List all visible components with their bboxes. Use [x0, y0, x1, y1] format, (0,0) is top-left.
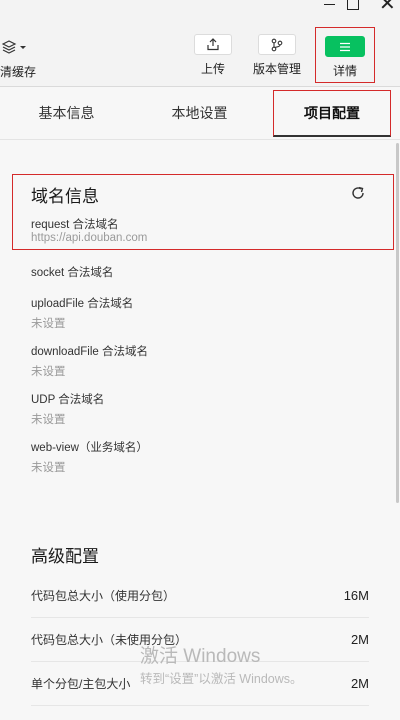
- udp-domain-item: UDP 合法域名 未设置: [31, 391, 104, 427]
- downloadfile-domain-label: downloadFile 合法域名: [31, 346, 148, 358]
- upload-label: 上传: [200, 62, 225, 76]
- advanced-row: 代码包总大小（使用分包） 16M: [31, 574, 369, 618]
- maximize-icon[interactable]: [347, 0, 359, 10]
- minimize-icon[interactable]: [324, 4, 335, 5]
- version-management-label: 版本管理: [252, 62, 301, 76]
- clear-cache-label: 清缓存: [0, 65, 37, 79]
- advanced-row-label: 单个分包/主包大小: [31, 677, 131, 691]
- domain-info-title: 域名信息: [31, 187, 99, 206]
- scrollbar-thumb[interactable]: [396, 143, 399, 503]
- close-icon[interactable]: ✕: [379, 0, 396, 14]
- advanced-row-value: 2M: [350, 676, 369, 691]
- tab-bar: 基本信息 本地设置 项目配置: [0, 87, 400, 139]
- branch-icon: [258, 34, 296, 55]
- advanced-row-value: 2M: [350, 632, 369, 647]
- activation-watermark-text: 转到“设置”以激活 Windows。: [140, 672, 303, 686]
- webview-domain-value: 未设置: [31, 462, 66, 474]
- webview-domain-label: web-view（业务域名）: [31, 442, 148, 454]
- toolbar: 清缓存 上传 版本管理 详情: [0, 24, 400, 83]
- clear-cache-button[interactable]: 清缓存: [0, 36, 36, 80]
- uploadfile-domain-item: uploadFile 合法域名 未设置: [31, 295, 133, 331]
- detail-label: 详情: [332, 64, 357, 78]
- detail-panel: 基本信息 本地设置 项目配置 域名信息 request 合法域名 https:/…: [0, 86, 400, 720]
- request-domain-label: request 合法域名: [31, 219, 119, 231]
- menu-icon: [325, 36, 365, 57]
- version-management-button[interactable]: 版本管理: [252, 34, 302, 77]
- scrollbar[interactable]: [396, 143, 399, 720]
- downloadfile-domain-value: 未设置: [31, 366, 66, 378]
- udp-domain-label: UDP 合法域名: [31, 394, 105, 406]
- upload-icon: [194, 34, 232, 55]
- detail-button[interactable]: 详情: [315, 27, 375, 83]
- socket-domain-label: socket 合法域名: [31, 267, 114, 279]
- window-controls: ✕: [310, 0, 400, 16]
- downloadfile-domain-item: downloadFile 合法域名 未设置: [31, 343, 148, 379]
- uploadfile-domain-label: uploadFile 合法域名: [31, 298, 134, 310]
- udp-domain-value: 未设置: [31, 414, 66, 426]
- tab-local-settings[interactable]: 本地设置: [133, 87, 266, 139]
- activation-watermark-title: 激活 Windows: [140, 646, 261, 667]
- request-domain-value: https://api.douban.com: [31, 232, 148, 244]
- domain-info-section: 域名信息 request 合法域名 https://api.douban.com: [12, 174, 394, 250]
- advanced-row-value: 16M: [343, 588, 369, 603]
- layers-icon: [0, 36, 32, 57]
- tab-divider: [0, 139, 400, 140]
- webview-domain-item: web-view（业务域名） 未设置: [31, 439, 148, 475]
- upload-button[interactable]: 上传: [193, 34, 233, 77]
- advanced-row-label: 代码包总大小（使用分包）: [31, 589, 176, 603]
- uploadfile-domain-value: 未设置: [31, 318, 66, 330]
- advanced-config-title: 高级配置: [31, 547, 99, 566]
- tab-project-config[interactable]: 项目配置: [273, 90, 391, 137]
- tab-basic-info[interactable]: 基本信息: [0, 87, 133, 139]
- socket-domain-item: socket 合法域名: [31, 264, 113, 280]
- refresh-icon[interactable]: [350, 185, 366, 201]
